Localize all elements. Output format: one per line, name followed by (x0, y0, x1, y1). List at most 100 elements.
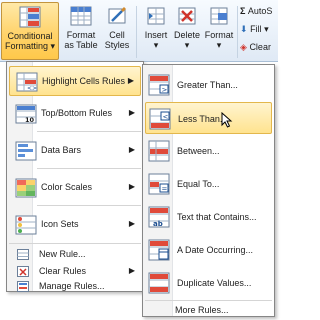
manage-rules-icon (17, 281, 29, 292)
format-button[interactable]: Format ▾ (203, 2, 235, 60)
top-bottom-icon: 10 (15, 104, 37, 124)
submenu-item-label: Duplicate Values... (177, 278, 252, 288)
conditional-formatting-menu: <> Highlight Cells Rules ▶ 10 Top/Bottom… (6, 61, 144, 292)
svg-text:10: 10 (25, 116, 35, 124)
new-rule-icon (17, 249, 29, 260)
svg-text:<: < (163, 113, 169, 121)
equal-to-icon: = (148, 173, 170, 195)
menu-separator (37, 168, 141, 169)
menu-item-data-bars[interactable]: Data Bars ▶ (9, 136, 141, 166)
conditional-formatting-label-1: Conditional (7, 31, 53, 41)
ribbon: Conditional Formatting ▾ Format as Table… (0, 0, 278, 62)
mouse-pointer-icon (221, 111, 233, 128)
submenu-item-equal-to[interactable]: = Equal To... (145, 168, 272, 200)
format-icon (208, 5, 230, 27)
chevron-right-icon: ▶ (128, 182, 135, 191)
menu-item-label: Highlight Cells Rules (42, 76, 126, 86)
submenu-item-duplicate-values[interactable]: Duplicate Values... (145, 267, 272, 299)
fill-chevron-icon: ▾ (264, 24, 269, 34)
menu-item-label: Top/Bottom Rules (41, 108, 113, 118)
delete-label: Delete (173, 30, 200, 40)
cell-styles-label-1: Cell (109, 30, 125, 40)
format-as-table-label-1: Format (66, 30, 96, 40)
color-scales-icon (15, 178, 37, 198)
format-as-table-icon (70, 5, 92, 27)
submenu-separator (145, 300, 272, 301)
insert-label: Insert (144, 30, 168, 40)
format-label: Format (204, 30, 234, 40)
cell-styles-button[interactable]: Cell Styles (101, 2, 133, 60)
highlight-cells-submenu: > Greater Than... < Less Than... Between… (142, 64, 275, 317)
cell-styles-label-2: Styles (104, 40, 130, 50)
menu-separator (9, 243, 141, 244)
menu-item-clear-rules[interactable]: Clear Rules ▶ (9, 263, 141, 279)
menu-item-label: Color Scales (41, 182, 93, 192)
insert-icon (145, 5, 167, 27)
chevron-right-icon: ▶ (127, 76, 134, 85)
sigma-icon: Σ (240, 6, 246, 16)
submenu-item-label: Text that Contains... (177, 212, 257, 222)
highlight-cells-icon: <> (16, 72, 38, 92)
fill-down-icon: ⬇ (240, 24, 248, 34)
menu-item-top-bottom-rules[interactable]: 10 Top/Bottom Rules ▶ (9, 99, 141, 129)
insert-chevron-icon: ▾ (153, 40, 159, 50)
format-as-table-label-2: as Table (64, 40, 98, 50)
svg-text:=: = (162, 185, 168, 193)
delete-button[interactable]: Delete ▾ (171, 2, 203, 60)
ribbon-divider (136, 6, 137, 58)
icon-sets-icon (15, 215, 37, 235)
eraser-icon: ◈ (240, 42, 247, 52)
format-as-table-button[interactable]: Format as Table (62, 2, 100, 60)
chevron-right-icon: ▶ (128, 108, 135, 117)
insert-button[interactable]: Insert ▾ (140, 2, 172, 60)
clear-button[interactable]: ◈ Clear (240, 42, 271, 53)
svg-text:>: > (162, 86, 168, 94)
submenu-item-label: Between... (177, 146, 220, 156)
submenu-item-date-occurring[interactable]: A Date Occurring... (145, 234, 272, 266)
delete-chevron-icon: ▾ (184, 40, 190, 50)
menu-item-label: Data Bars (41, 145, 82, 155)
delete-icon (176, 5, 198, 27)
menu-item-manage-rules[interactable]: Manage Rules... (9, 278, 141, 294)
data-bars-icon (15, 141, 37, 161)
submenu-item-label: Equal To... (177, 179, 220, 189)
greater-than-icon: > (148, 74, 170, 96)
date-occurring-icon (148, 239, 170, 261)
between-icon (148, 140, 170, 162)
ribbon-divider-2 (237, 6, 238, 58)
fill-button[interactable]: ⬇ Fill ▾ (240, 24, 269, 35)
conditional-formatting-button[interactable]: Conditional Formatting ▾ (1, 2, 59, 60)
cell-styles-icon (106, 5, 128, 27)
menu-item-label: Clear Rules (39, 266, 87, 276)
clear-rules-icon (17, 266, 29, 277)
submenu-item-greater-than[interactable]: > Greater Than... (145, 69, 272, 101)
format-chevron-icon: ▾ (216, 40, 222, 50)
text-contains-icon: ab (148, 206, 170, 228)
autosum-button[interactable]: Σ AutoS (240, 6, 272, 16)
menu-item-new-rule[interactable]: New Rule... (9, 246, 141, 262)
menu-separator (37, 205, 141, 206)
less-than-icon: < (149, 108, 171, 130)
menu-item-label: Icon Sets (41, 219, 79, 229)
submenu-item-between[interactable]: Between... (145, 135, 272, 167)
menu-item-label: Manage Rules... (39, 281, 105, 291)
menu-item-highlight-cells-rules[interactable]: <> Highlight Cells Rules ▶ (9, 66, 141, 96)
svg-text:<>: <> (27, 85, 37, 92)
conditional-formatting-icon (19, 6, 41, 28)
chevron-down-icon: ▾ (50, 41, 56, 51)
submenu-item-more-rules[interactable]: More Rules... (145, 302, 272, 318)
chevron-right-icon: ▶ (128, 145, 135, 154)
svg-text:ab: ab (153, 220, 163, 228)
duplicate-values-icon (148, 272, 170, 294)
menu-item-color-scales[interactable]: Color Scales ▶ (9, 173, 141, 203)
menu-item-icon-sets[interactable]: Icon Sets ▶ (9, 210, 141, 240)
submenu-item-text-contains[interactable]: ab Text that Contains... (145, 201, 272, 233)
conditional-formatting-label-2: Formatting ▾ (4, 41, 56, 51)
submenu-item-less-than[interactable]: < Less Than... (145, 102, 272, 134)
submenu-item-label: A Date Occurring... (177, 245, 254, 255)
submenu-item-label: More Rules... (175, 305, 229, 315)
chevron-right-icon: ▶ (128, 219, 135, 228)
submenu-item-label: Less Than... (178, 114, 228, 124)
menu-separator (37, 131, 141, 132)
chevron-right-icon: ▶ (128, 266, 135, 275)
